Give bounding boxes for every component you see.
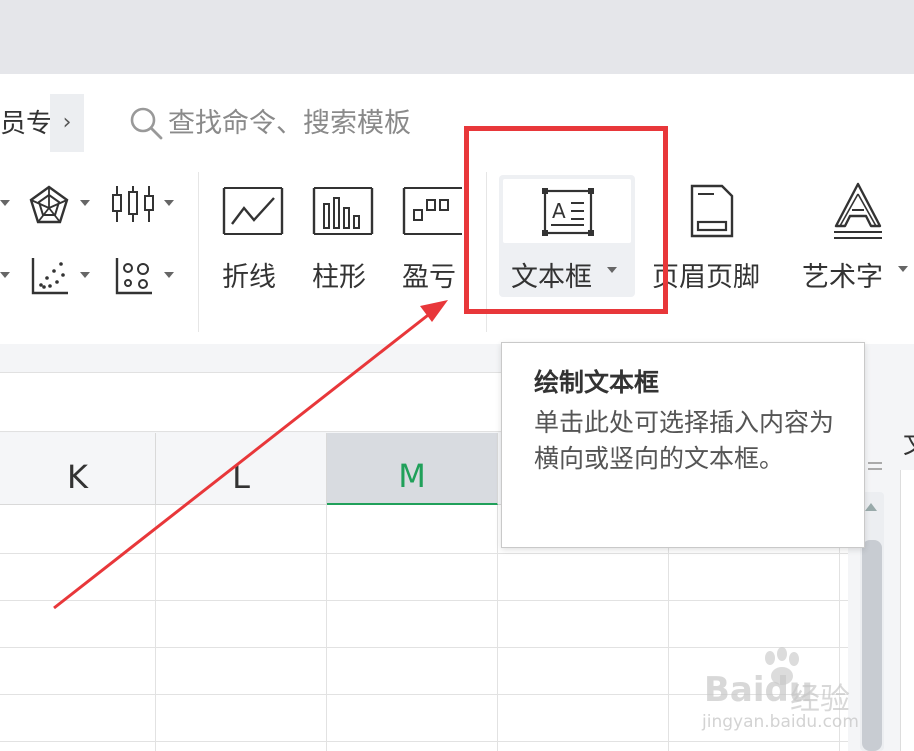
command-search[interactable] (128, 100, 468, 146)
highlight-box (464, 126, 668, 314)
header-footer-icon (690, 184, 734, 238)
chevron-down-icon[interactable] (80, 272, 90, 278)
wordart-icon (834, 182, 882, 239)
grid-line (0, 600, 848, 601)
sparkline-column-label: 柱形 (312, 262, 366, 293)
grid-line (497, 505, 498, 751)
ribbon-separator (198, 172, 199, 332)
chevron-down-icon[interactable] (0, 200, 10, 206)
sparkline-winloss-label: 盈亏 (402, 262, 456, 293)
stock-chart-icon[interactable] (110, 184, 156, 224)
column-sparkline-icon (312, 187, 374, 235)
sparkline-line-label: 折线 (222, 262, 276, 293)
watermark-url: jingyan.baidu.com (702, 712, 859, 732)
tooltip-title: 绘制文本框 (534, 368, 660, 397)
menu-icon[interactable] (868, 462, 882, 470)
grid-line (0, 647, 848, 648)
tab-scroll-right-button[interactable]: › (50, 94, 84, 152)
grid-line (0, 553, 848, 554)
grid-line (326, 505, 327, 751)
search-icon (130, 107, 163, 140)
radar-chart-icon[interactable] (28, 184, 70, 226)
scroll-up-icon[interactable] (865, 503, 877, 511)
textbox-tooltip: 绘制文本框 单击此处可选择插入内容为横向或竖向的文本框。 (501, 342, 865, 548)
window-title-bar (0, 0, 914, 74)
grid-line (0, 741, 848, 742)
chevron-down-icon[interactable] (80, 200, 90, 206)
search-input[interactable] (168, 107, 468, 139)
scatter-chart-icon[interactable] (30, 256, 70, 296)
header-footer-label: 页眉页脚 (652, 262, 760, 293)
grid-line (155, 505, 156, 751)
ribbon-tab-member[interactable]: 员专 (0, 102, 52, 146)
column-header-m[interactable]: M (327, 433, 498, 505)
chevron-down-icon[interactable] (0, 272, 10, 278)
tooltip-body: 单击此处可选择插入内容为横向或竖向的文本框。 (534, 408, 835, 473)
column-header-k[interactable]: K (0, 433, 156, 505)
side-panel-strip (900, 470, 914, 751)
line-sparkline-icon (222, 187, 284, 235)
chevron-down-icon[interactable] (164, 200, 174, 206)
side-panel-label: 文 (903, 424, 914, 461)
bubble-chart-icon[interactable] (114, 256, 154, 296)
chevron-down-icon[interactable] (164, 272, 174, 278)
chevron-down-icon[interactable] (898, 266, 908, 272)
winloss-sparkline-icon (402, 187, 462, 235)
column-header-l[interactable]: L (156, 433, 327, 505)
wordart-label: 艺术字 (802, 262, 883, 293)
